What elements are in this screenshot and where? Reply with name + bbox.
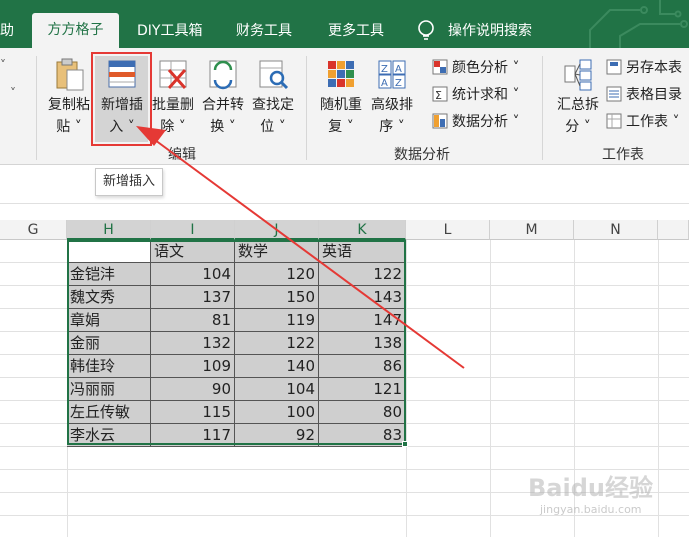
tab-diy-toolbox[interactable]: DIY工具箱 — [137, 14, 202, 48]
stat-sum-button[interactable]: Σ 统计求和 ˅ — [432, 83, 519, 107]
save-sheet-icon — [606, 59, 622, 75]
batch-delete-line2: 除 ˅ — [160, 119, 186, 135]
find-magnifier-icon — [259, 60, 289, 90]
find-locate-line1: 查找定 — [252, 97, 294, 113]
summary-split-button[interactable]: 汇总拆 分 ˅ — [552, 58, 604, 138]
overflow-chevron-icon-2[interactable]: ˅ — [10, 86, 16, 100]
table-directory-button[interactable]: 表格目录 — [606, 83, 682, 107]
tab-finance-tools[interactable]: 财务工具 — [236, 14, 292, 48]
new-insert-tooltip: 新增插入 — [95, 168, 163, 196]
merge-convert-icon — [209, 60, 237, 90]
data-analysis-button[interactable]: 数据分析 ˅ — [432, 110, 519, 134]
copy-paste-line1: 复制粘 — [48, 97, 90, 113]
group-separator-3 — [542, 56, 543, 160]
group-separator-2 — [306, 56, 307, 160]
save-as-this-button[interactable]: 另存本表 — [606, 56, 682, 80]
clipboard-icon — [56, 58, 84, 91]
random-repeat-line1: 随机重 — [320, 97, 362, 113]
tab-fangfanggezi[interactable]: 方方格子 — [32, 13, 119, 48]
svg-text:Z: Z — [381, 64, 388, 75]
color-analysis-button[interactable]: 颜色分析 ˅ — [432, 56, 519, 80]
watermark-sub: jingyan.baidu.com — [540, 503, 642, 516]
column-header-n[interactable]: N — [574, 220, 658, 240]
editing-group-label: 编辑 — [168, 147, 196, 163]
copy-paste-button[interactable]: 复制粘 贴 ˅ — [44, 58, 94, 138]
fill-handle[interactable] — [402, 441, 408, 447]
worksheet-label: 工作表 ˅ — [626, 114, 680, 130]
directory-icon — [606, 86, 622, 102]
table-directory-label: 表格目录 — [626, 87, 682, 103]
column-header-next[interactable] — [658, 220, 689, 240]
batch-delete-button[interactable]: 批量删 除 ˅ — [148, 58, 198, 138]
selection-border — [67, 240, 406, 445]
svg-text:Σ: Σ — [435, 89, 442, 102]
worksheet-button[interactable]: 工作表 ˅ — [606, 110, 679, 134]
worksheet-icon — [606, 113, 622, 129]
data-analysis-group-label: 数据分析 — [394, 147, 450, 163]
find-locate-button[interactable]: 查找定 位 ˅ — [248, 58, 298, 138]
worksheet-group-label: 工作表 — [602, 147, 644, 163]
find-locate-line2: 位 ˅ — [260, 119, 286, 135]
copy-paste-line2: 贴 ˅ — [56, 119, 82, 135]
circuit-decoration-icon — [589, 0, 688, 48]
column-header-l[interactable]: L — [406, 220, 490, 240]
column-header-k[interactable]: K — [319, 220, 406, 240]
color-analysis-label: 颜色分析 ˅ — [452, 60, 520, 76]
tab-more-tools[interactable]: 更多工具 — [328, 14, 384, 48]
column-header-j[interactable]: J — [235, 220, 319, 240]
summary-split-icon — [564, 59, 592, 91]
batch-delete-line1: 批量删 — [152, 97, 194, 113]
red-highlight-box — [91, 52, 152, 146]
merge-convert-line2: 换 ˅ — [210, 119, 236, 135]
column-header-i[interactable]: I — [151, 220, 235, 240]
tell-me-search[interactable]: 操作说明搜索 — [448, 14, 532, 48]
column-header-h[interactable]: H — [67, 220, 151, 240]
merge-convert-button[interactable]: 合并转 换 ˅ — [198, 58, 248, 138]
stat-sum-label: 统计求和 ˅ — [452, 87, 520, 103]
svg-text:A: A — [395, 64, 402, 75]
tab-help[interactable]: 助 — [0, 14, 20, 48]
analysis-table-icon — [432, 113, 448, 129]
delete-table-icon — [159, 60, 187, 89]
random-color-icon — [328, 61, 354, 87]
random-repeat-button[interactable]: 随机重 复 ˅ — [316, 58, 366, 138]
svg-text:A: A — [381, 78, 388, 89]
overflow-chevron-icon[interactable]: ˅ — [0, 58, 6, 72]
sum-icon: Σ — [432, 86, 448, 102]
advanced-sort-button[interactable]: Z A A Z 高级排 序 ˅ — [366, 58, 418, 138]
sort-az-icon: Z A A Z — [378, 60, 406, 89]
group-separator — [36, 56, 37, 160]
summary-split-line1: 汇总拆 — [557, 97, 599, 113]
save-as-this-label: 另存本表 — [626, 60, 682, 76]
ribbon-tab-bar: 助 方方格子 DIY工具箱 财务工具 更多工具 操作说明搜索 — [0, 0, 689, 48]
baidu-watermark: Baidu经验 jingyan.baidu.com — [528, 468, 653, 516]
lightbulb-icon — [418, 20, 434, 40]
advanced-sort-line1: 高级排 — [371, 97, 413, 113]
column-header-m[interactable]: M — [490, 220, 574, 240]
watermark-main: Baidu经验 — [528, 474, 653, 502]
data-analysis-label: 数据分析 ˅ — [452, 114, 520, 130]
svg-text:Z: Z — [395, 78, 402, 89]
summary-split-line2: 分 ˅ — [565, 119, 591, 135]
merge-convert-line1: 合并转 — [202, 97, 244, 113]
random-repeat-line2: 复 ˅ — [328, 119, 354, 135]
color-grid-icon — [432, 59, 448, 75]
advanced-sort-line2: 序 ˅ — [379, 119, 405, 135]
column-header-g[interactable]: G — [0, 220, 67, 240]
